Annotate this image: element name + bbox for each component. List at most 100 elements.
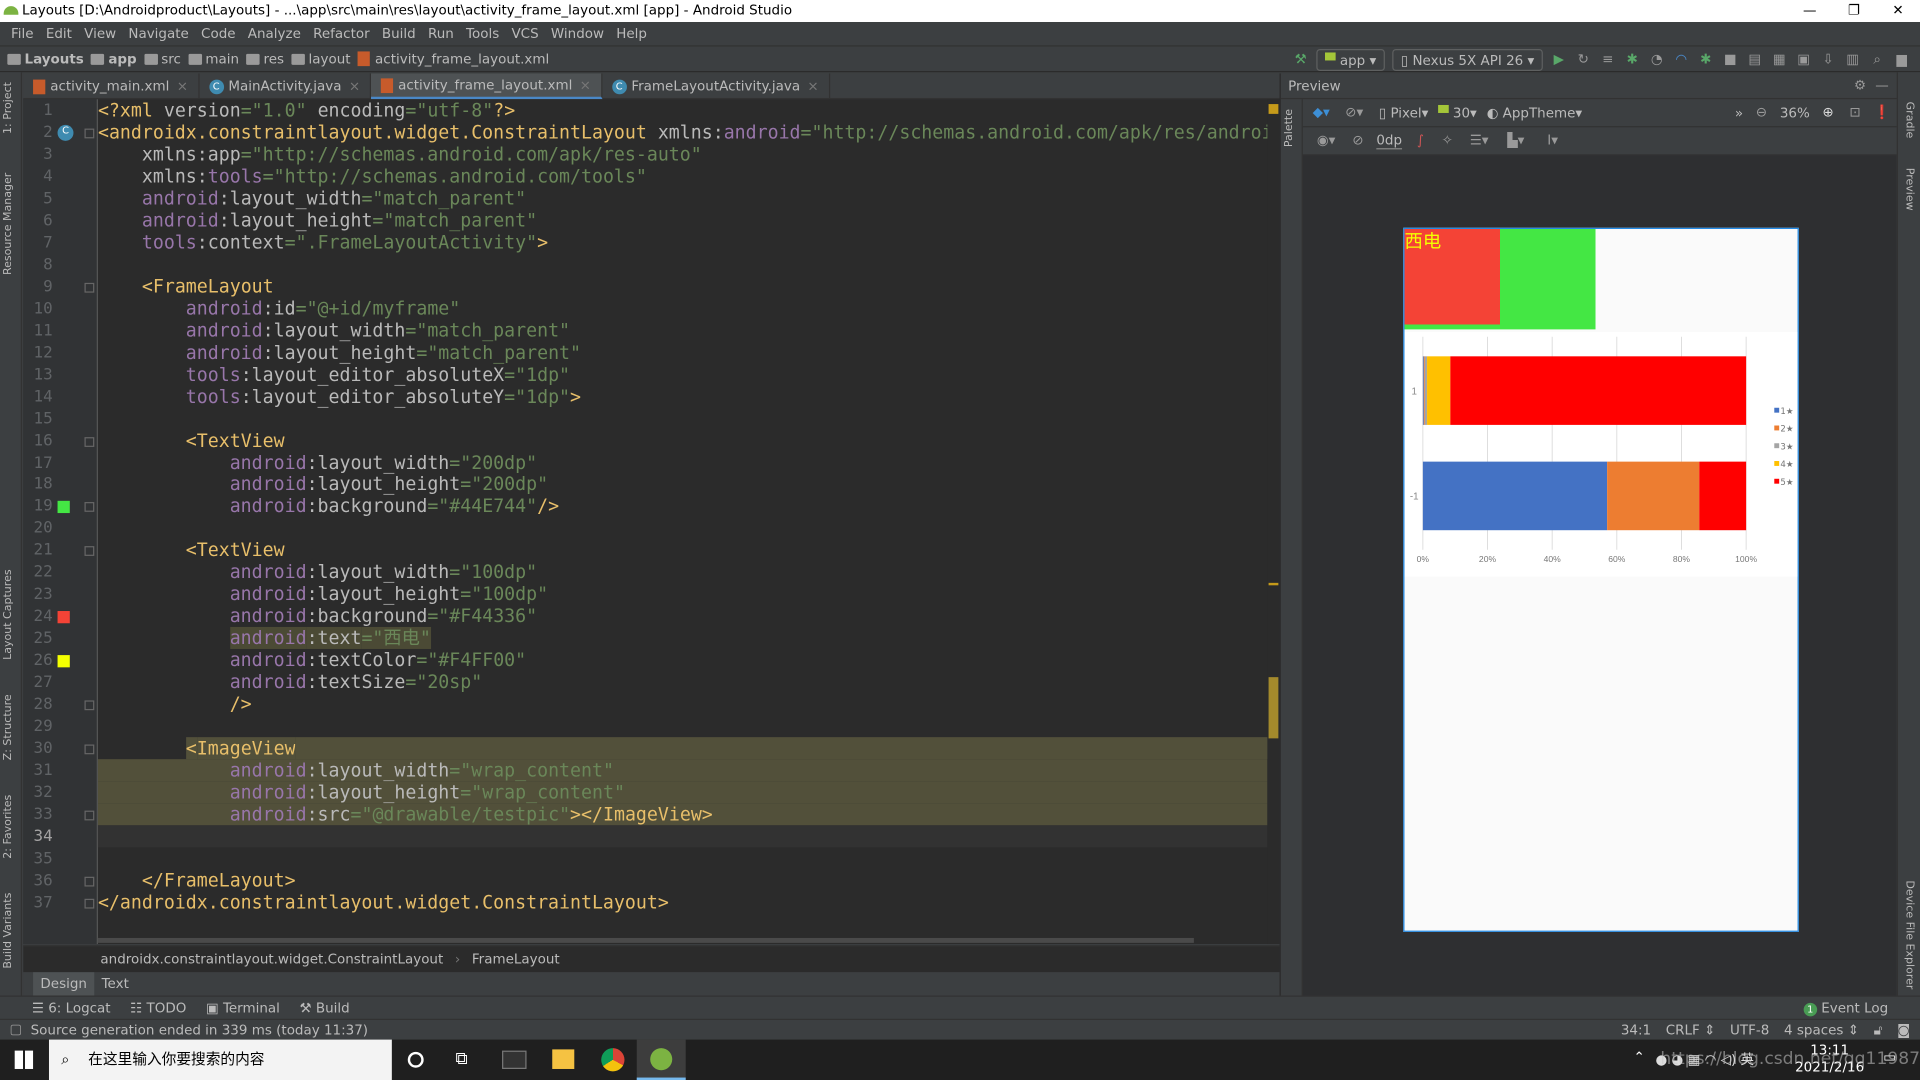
cortana-icon[interactable] (407, 1051, 424, 1068)
line-separator[interactable]: CRLF ⇕ (1666, 1020, 1716, 1041)
class-gutter-icon[interactable]: C (57, 124, 74, 141)
zoom-in-icon[interactable]: ⊕ (1820, 104, 1837, 121)
device-dropdown[interactable]: ▯ Nexus 5X API 26 ▾ (1392, 48, 1543, 72)
structure-tool-button[interactable]: Z: Structure (2, 694, 14, 760)
gear-icon[interactable]: ⚙ (1851, 77, 1868, 94)
sync-project-icon[interactable]: ▤ (1746, 51, 1763, 68)
apply-changes-icon[interactable]: ↻ (1575, 51, 1592, 68)
menu-refactor[interactable]: Refactor (307, 22, 376, 45)
todo-tool-button[interactable]: ☷ TODO (130, 1000, 186, 1016)
zoom-fit-icon[interactable]: ⊡ (1847, 104, 1864, 121)
layout-captures-tool-button[interactable]: Layout Captures (2, 569, 14, 660)
breadcrumb-item[interactable]: layout (291, 51, 351, 67)
breadcrumb-item[interactable]: res (246, 51, 284, 67)
menu-vcs[interactable]: VCS (505, 22, 544, 45)
minimize-button[interactable]: — (1788, 0, 1832, 22)
run-config-dropdown[interactable]: ▀ app ▾ (1316, 48, 1385, 72)
menu-code[interactable]: Code (195, 22, 242, 45)
autoconnect-icon[interactable]: ⊘ (1349, 132, 1366, 149)
fold-icon[interactable] (84, 876, 95, 887)
menu-edit[interactable]: Edit (40, 22, 78, 45)
code-area[interactable]: <?xml version="1.0" encoding="utf-8"?> <a… (97, 99, 1280, 944)
clear-constraints-icon[interactable]: ∫ (1412, 132, 1429, 149)
build-tool-button[interactable]: ⚒ Build (299, 1000, 349, 1016)
task-view-icon[interactable]: ⧉ (456, 1049, 468, 1069)
chart-image[interactable]: 0% 20% 40% 60% 80% 100% 1 -1 1★ 2★ 3★ 4★ 5★ (1404, 331, 1798, 577)
infer-constraints-icon[interactable]: ✧ (1439, 132, 1456, 149)
close-button[interactable]: ✕ (1876, 0, 1920, 22)
preview-tool-button[interactable]: Preview (1903, 168, 1915, 211)
favorites-tool-button[interactable]: 2: Favorites (2, 795, 14, 859)
red-text-view[interactable]: 西电 (1404, 228, 1501, 325)
fold-icon[interactable] (84, 898, 95, 909)
project-tool-button[interactable]: 1: Project (2, 82, 14, 134)
menu-tools[interactable]: Tools (460, 22, 505, 45)
fold-icon[interactable] (84, 282, 95, 293)
color-swatch-icon[interactable] (57, 655, 70, 668)
menu-analyze[interactable]: Analyze (242, 22, 307, 45)
terminal-app-icon[interactable] (502, 1050, 527, 1069)
more-icon[interactable]: » (1735, 105, 1743, 121)
fold-icon[interactable] (84, 502, 95, 513)
guidelines-icon[interactable]: I▾ (1539, 132, 1566, 149)
tab-framelayoutactivity-java[interactable]: C FrameLayoutActivity.java × (602, 73, 830, 100)
chrome-icon[interactable] (601, 1048, 625, 1072)
android-studio-taskbar-icon[interactable] (636, 1039, 686, 1080)
theme-selector[interactable]: ◐ AppTheme▾ (1487, 105, 1583, 121)
tab-mainactivity-java[interactable]: C MainActivity.java × (199, 73, 372, 100)
fold-icon[interactable] (84, 436, 95, 447)
apply-code-changes-icon[interactable]: ≡ (1599, 51, 1616, 68)
breadcrumb-constraintlayout[interactable]: androidx.constraintlayout.widget.Constra… (100, 951, 443, 967)
align-icon[interactable]: ▙▾ (1502, 132, 1529, 149)
orientation-icon[interactable]: ⊘▾ (1340, 104, 1369, 121)
file-explorer-icon[interactable] (552, 1049, 575, 1069)
account-icon[interactable]: ▆ (1893, 51, 1910, 68)
tool-windows-icon[interactable]: ▢ (7, 1021, 24, 1038)
tray-expand-icon[interactable]: ⌃ (1633, 1049, 1644, 1065)
tab-design[interactable]: Design (33, 972, 95, 996)
close-tab-icon[interactable]: × (177, 78, 188, 94)
project-structure-icon[interactable]: ▦ (1771, 51, 1788, 68)
menu-help[interactable]: Help (610, 22, 653, 45)
fold-icon[interactable] (84, 546, 95, 557)
close-tab-icon[interactable]: × (807, 78, 818, 94)
event-log-button[interactable]: 1 Event Log (1803, 1000, 1888, 1016)
color-swatch-icon[interactable] (57, 501, 70, 514)
menu-window[interactable]: Window (545, 22, 610, 45)
device-file-explorer-tool-button[interactable]: Device File Explorer (1903, 880, 1915, 989)
zoom-out-icon[interactable]: ⊖ (1753, 104, 1770, 121)
taskbar-search[interactable]: ⌕ 在这里输入你要搜索的内容 (48, 1039, 392, 1080)
build-hammer-icon[interactable]: ⚒ (1292, 51, 1309, 68)
device-preview[interactable]: 西电 0% 20% 40% 60% 80% 100% 1 -1 1★ 2★ 3★ 4★ 5★ (1403, 227, 1799, 932)
file-encoding[interactable]: UTF-8 (1730, 1020, 1769, 1041)
breadcrumb-framelayout[interactable]: FrameLayout (472, 951, 560, 967)
breadcrumb-item[interactable]: activity_frame_layout.xml (357, 51, 549, 67)
tab-activity-main-xml[interactable]: activity_main.xml × (23, 73, 200, 100)
breadcrumb-item[interactable]: app (91, 51, 137, 67)
gradle-tool-button[interactable]: Gradle (1903, 102, 1915, 139)
avd-manager-icon[interactable]: ▣ (1795, 51, 1812, 68)
fold-icon[interactable] (84, 744, 95, 755)
close-tab-icon[interactable]: × (349, 78, 360, 94)
lock-icon[interactable]: 🔓︎ (1874, 1020, 1883, 1041)
warnings-icon[interactable]: ❗ (1873, 104, 1891, 121)
menu-navigate[interactable]: Navigate (122, 22, 195, 45)
breadcrumb-item[interactable]: src (144, 51, 181, 67)
fold-icon[interactable] (84, 700, 95, 711)
breadcrumb-item[interactable]: main (188, 51, 239, 67)
coverage-icon[interactable]: ◔ (1648, 51, 1665, 68)
inspector-icon[interactable]: ◙ (1897, 1020, 1910, 1041)
debug-icon[interactable]: ✱ (1624, 51, 1641, 68)
tab-text[interactable]: Text (94, 972, 136, 995)
close-tab-icon[interactable]: × (580, 77, 591, 93)
sdk-manager-icon[interactable]: ⇩ (1820, 51, 1837, 68)
fold-icon[interactable] (84, 128, 95, 139)
search-icon[interactable]: ⌕ (1869, 51, 1886, 68)
device-selector[interactable]: ▯ Pixel▾ (1379, 105, 1429, 121)
api-selector[interactable]: ▀ 30▾ (1438, 105, 1477, 121)
pack-icon[interactable]: ☰▾ (1466, 132, 1493, 149)
caret-position[interactable]: 34:1 (1621, 1020, 1651, 1041)
tab-activity-frame-layout-xml[interactable]: activity_frame_layout.xml × (371, 73, 602, 100)
attach-debugger-icon[interactable]: ✱ (1697, 51, 1714, 68)
build-variants-tool-button[interactable]: Build Variants (2, 893, 14, 969)
